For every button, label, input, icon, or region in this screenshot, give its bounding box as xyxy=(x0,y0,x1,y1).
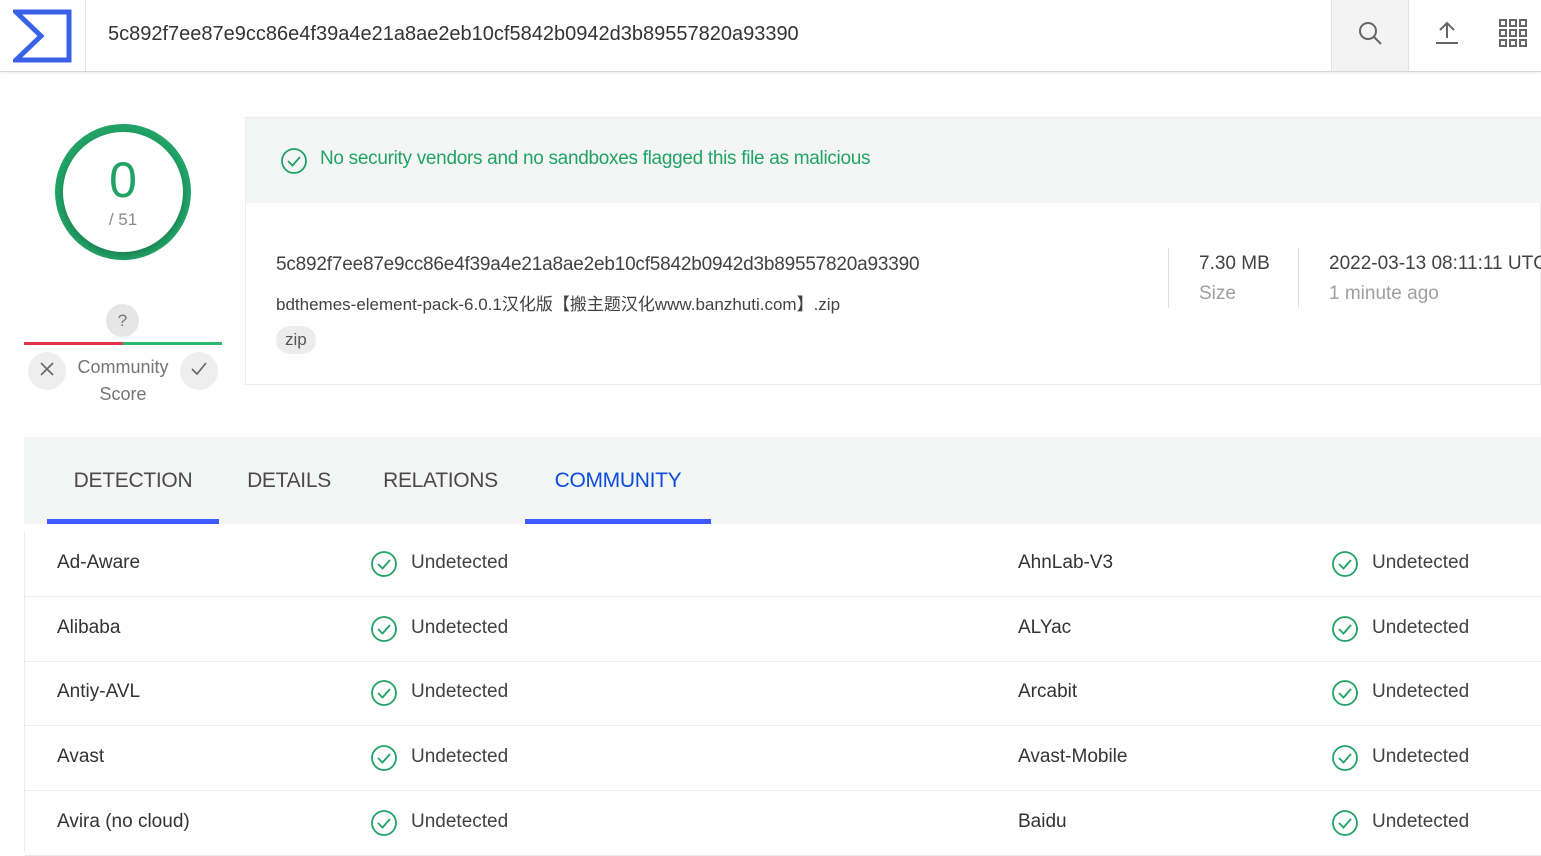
check-circle-icon xyxy=(1331,809,1359,837)
sigma-logo[interactable] xyxy=(0,0,86,71)
vote-harmful-button[interactable] xyxy=(28,352,66,390)
upload-icon xyxy=(1434,20,1460,51)
result-status: Undetected xyxy=(411,811,509,832)
tab-label: DETECTION xyxy=(73,468,193,492)
check-circle-icon xyxy=(280,147,308,175)
result-status: Undetected xyxy=(1372,552,1470,573)
check-circle-icon xyxy=(1331,615,1359,643)
verdict-text: No security vendors and no sandboxes fla… xyxy=(320,148,871,169)
community-negative-bar xyxy=(24,342,123,345)
top-bar xyxy=(0,0,1541,72)
file-size-label: Size xyxy=(1199,283,1236,304)
apps-button[interactable] xyxy=(1485,0,1541,71)
result-status: Undetected xyxy=(1372,681,1470,702)
search-input[interactable] xyxy=(108,18,1308,50)
vendor-name: Ad-Aware xyxy=(57,552,141,573)
tab-relations[interactable]: RELATIONS xyxy=(369,437,512,524)
result-status: Undetected xyxy=(1372,617,1470,638)
upload-button[interactable] xyxy=(1409,0,1485,71)
verdict-banner: No security vendors and no sandboxes fla… xyxy=(246,118,1541,203)
search-button[interactable] xyxy=(1331,0,1409,71)
detection-total: / 51 xyxy=(108,210,138,229)
vendor-name: Arcabit xyxy=(1018,681,1078,702)
vendor-name: Avira (no cloud) xyxy=(57,811,190,832)
result-status: Undetected xyxy=(411,681,509,702)
tab-label: DETAILS xyxy=(247,468,331,492)
file-name: bdthemes-element-pack-6.0.1汉化版【搬主题汉化www.… xyxy=(276,295,841,314)
community-score-label: Community Score xyxy=(77,357,169,404)
analysis-date-relative: 1 minute ago xyxy=(1329,283,1439,304)
vendor-name: Baidu xyxy=(1018,811,1067,832)
check-circle-icon xyxy=(1331,550,1359,578)
check-circle-icon xyxy=(370,615,398,643)
vendor-name: ALYac xyxy=(1018,617,1072,638)
table-row: Avira (no cloud) Undetected Baidu Undete… xyxy=(25,791,1541,856)
community-positive-bar xyxy=(123,342,222,345)
tab-label: RELATIONS xyxy=(383,468,498,492)
table-row: Ad-Aware Undetected AhnLab-V3 Undetected xyxy=(25,532,1541,597)
tab-detection[interactable]: DETECTION xyxy=(47,437,219,524)
close-icon xyxy=(39,361,55,382)
tab-details[interactable]: DETAILS xyxy=(229,437,349,524)
vendor-name: AhnLab-V3 xyxy=(1018,552,1114,573)
file-hash[interactable]: 5c892f7ee87e9cc86e4f39a4e21a8ae2eb10cf58… xyxy=(276,254,920,276)
search-icon xyxy=(1357,20,1383,51)
tab-underline xyxy=(47,519,219,524)
tab-label: COMMUNITY xyxy=(554,468,682,492)
tab-bar: DETECTION DETAILS RELATIONS COMMUNITY xyxy=(24,437,1541,524)
result-status: Undetected xyxy=(1372,746,1470,767)
tab-community[interactable]: COMMUNITY xyxy=(525,437,711,524)
check-circle-icon xyxy=(1331,679,1359,707)
check-circle-icon xyxy=(370,744,398,772)
result-status: Undetected xyxy=(411,617,509,638)
divider xyxy=(1168,248,1169,308)
check-icon xyxy=(190,361,208,382)
file-type-tag[interactable]: zip xyxy=(276,326,316,354)
table-row: Avast Undetected Avast-Mobile Undetected xyxy=(25,726,1541,791)
divider xyxy=(1298,248,1299,308)
vendor-name: Antiy-AVL xyxy=(57,681,141,702)
table-row: Antiy-AVL Undetected Arcabit Undetected xyxy=(25,661,1541,726)
check-circle-icon xyxy=(1331,744,1359,772)
detection-results-table: Ad-Aware Undetected AhnLab-V3 Undetected… xyxy=(24,532,1541,856)
tab-underline xyxy=(525,519,711,524)
result-status: Undetected xyxy=(1372,811,1470,832)
file-summary-panel: No security vendors and no sandboxes fla… xyxy=(245,117,1541,385)
apps-grid-icon xyxy=(1499,19,1527,52)
vote-harmless-button[interactable] xyxy=(180,352,218,390)
result-status: Undetected xyxy=(411,552,509,573)
community-score-value: ? xyxy=(106,304,139,337)
vendor-name: Avast-Mobile xyxy=(1018,746,1128,767)
detection-count: 0 xyxy=(109,152,137,208)
file-size-value: 7.30 MB xyxy=(1199,253,1270,274)
check-circle-icon xyxy=(370,809,398,837)
check-circle-icon xyxy=(370,550,398,578)
check-circle-icon xyxy=(370,679,398,707)
table-row: Alibaba Undetected ALYac Undetected xyxy=(25,597,1541,662)
result-status: Undetected xyxy=(411,746,509,767)
analysis-date-value: 2022-03-13 08:11:11 UTC xyxy=(1329,253,1541,274)
vendor-name: Avast xyxy=(57,746,105,767)
vendor-name: Alibaba xyxy=(57,617,121,638)
